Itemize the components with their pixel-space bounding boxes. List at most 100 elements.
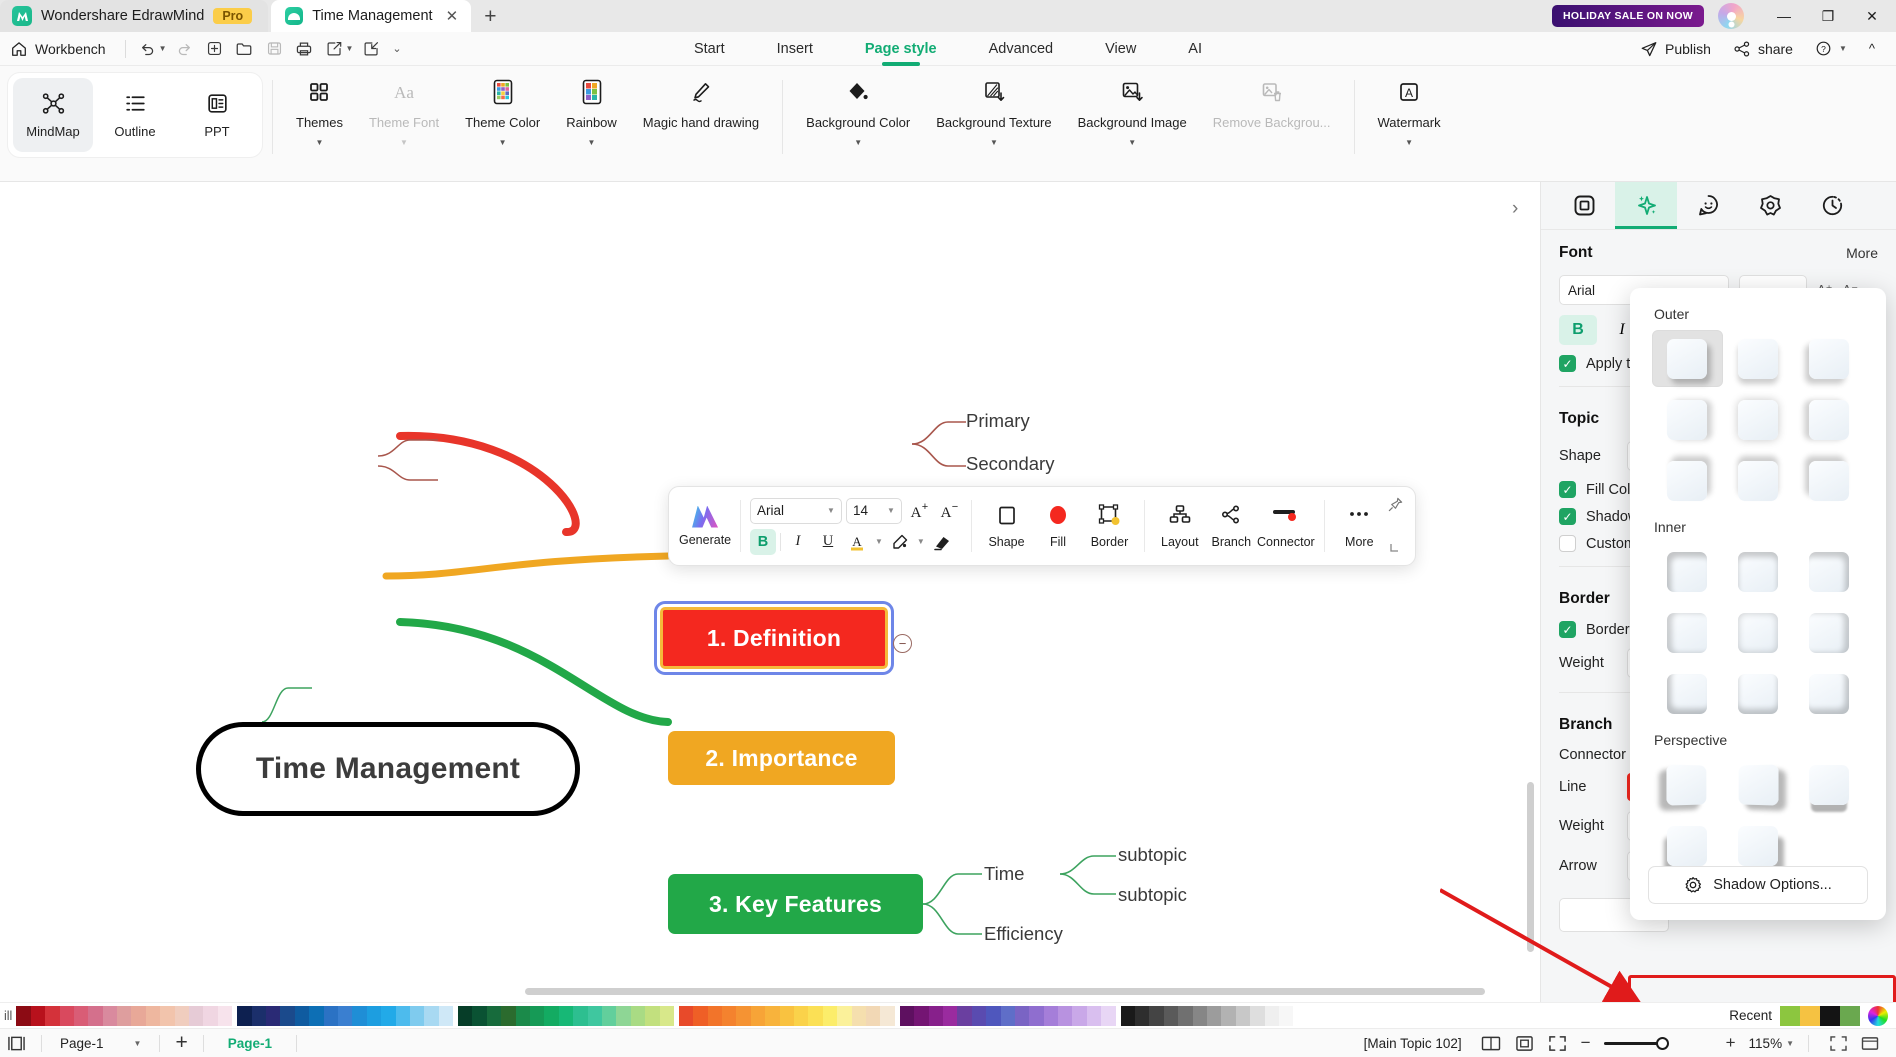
color-swatch[interactable] <box>971 1005 987 1026</box>
color-swatch[interactable] <box>102 1005 118 1026</box>
color-swatch[interactable] <box>750 1005 766 1026</box>
ribbon-item-magic-hand-drawing[interactable]: Magic hand drawing <box>630 78 772 130</box>
color-swatch[interactable] <box>544 1005 559 1026</box>
color-swatch[interactable] <box>880 1005 895 1026</box>
color-swatch[interactable] <box>659 1005 674 1026</box>
color-swatch[interactable] <box>851 1005 866 1026</box>
color-swatch[interactable] <box>1135 1005 1150 1026</box>
color-swatch[interactable] <box>88 1005 103 1026</box>
font-section-more-button[interactable]: More <box>1846 245 1878 261</box>
color-swatch[interactable] <box>942 1005 958 1026</box>
mindmap-leaf-primary[interactable]: Primary <box>966 410 1030 432</box>
color-swatch[interactable] <box>1120 1005 1136 1026</box>
color-swatch[interactable] <box>1000 1005 1015 1026</box>
color-swatch[interactable] <box>145 1005 161 1026</box>
color-swatch[interactable] <box>1101 1005 1116 1026</box>
recent-color-1[interactable] <box>1780 1005 1800 1026</box>
shadow-inner-option-2[interactable] <box>1723 543 1794 600</box>
color-swatch[interactable] <box>323 1005 338 1026</box>
zoom-out-button[interactable]: − <box>1574 1033 1598 1053</box>
holiday-sale-banner[interactable]: HOLIDAY SALE ON NOW <box>1552 5 1704 27</box>
color-swatch[interactable] <box>736 1005 751 1026</box>
ribbon-item-theme-font[interactable]: Aa Theme Font ▼ <box>356 78 452 147</box>
color-swatch[interactable] <box>501 1005 516 1026</box>
shadow-outer-option-5[interactable] <box>1723 391 1794 448</box>
color-swatch[interactable] <box>438 1005 454 1026</box>
highlight-button[interactable] <box>887 529 913 555</box>
mindmap-root-node[interactable]: Time Management <box>196 722 580 816</box>
color-swatch[interactable] <box>866 1005 881 1026</box>
color-swatch[interactable] <box>217 1005 233 1026</box>
clear-format-button[interactable] <box>929 529 955 555</box>
color-swatch[interactable] <box>558 1005 574 1026</box>
custom-checkbox[interactable]: ✓ <box>1559 535 1576 552</box>
shadow-perspective-option-2[interactable] <box>1723 756 1794 813</box>
shadow-outer-option-9[interactable] <box>1793 452 1864 509</box>
ribbon-item-theme-color[interactable]: Theme Color ▼ <box>452 78 553 147</box>
page-selector[interactable]: Page-1 ▼ <box>50 1036 151 1051</box>
color-swatch[interactable] <box>693 1005 708 1026</box>
shadow-checkbox[interactable]: ✓ <box>1559 508 1576 525</box>
color-swatch[interactable] <box>203 1005 218 1026</box>
ribbon-item-background-texture[interactable]: Background Texture ▼ <box>923 78 1064 147</box>
color-swatch[interactable] <box>1250 1005 1265 1026</box>
ribbon-item-remove-background[interactable]: Remove Backgrou... <box>1200 78 1344 130</box>
shape-button[interactable]: Shape <box>981 503 1032 549</box>
color-swatch[interactable] <box>1293 1005 1308 1026</box>
color-swatch[interactable] <box>1178 1005 1193 1026</box>
shadow-inner-option-4[interactable] <box>1652 604 1723 661</box>
color-swatch[interactable] <box>573 1005 588 1026</box>
color-swatch[interactable] <box>928 1005 943 1026</box>
color-swatch[interactable] <box>1029 1005 1044 1026</box>
color-swatch[interactable] <box>117 1005 132 1026</box>
font-color-button[interactable]: A <box>845 529 871 555</box>
color-swatch[interactable] <box>1278 1005 1294 1026</box>
color-swatch[interactable] <box>59 1005 74 1026</box>
font-size-select[interactable]: 14 ▼ <box>845 497 902 524</box>
chevron-down-icon[interactable]: ▼ <box>316 139 324 147</box>
mindmap-node-key-features[interactable]: 3. Key Features <box>668 874 923 934</box>
color-swatch[interactable] <box>265 1005 281 1026</box>
color-swatch[interactable] <box>395 1005 410 1026</box>
color-swatch[interactable] <box>601 1005 617 1026</box>
shadow-options-button[interactable]: Shadow Options... <box>1648 866 1868 904</box>
panel-tab-style[interactable] <box>1615 182 1677 229</box>
mindmap-node-importance[interactable]: 2. Importance <box>668 731 895 785</box>
shadow-inner-option-1[interactable] <box>1652 543 1723 600</box>
highlight-dropdown-icon[interactable]: ▼ <box>917 537 925 546</box>
color-swatch[interactable] <box>914 1005 929 1026</box>
increase-font-size-button[interactable]: A + <box>906 498 932 524</box>
color-wheel-icon[interactable] <box>1868 1005 1888 1026</box>
canvas-vertical-scrollbar[interactable] <box>1527 782 1534 952</box>
color-swatch[interactable] <box>630 1005 646 1026</box>
shadow-inner-option-5[interactable] <box>1723 604 1794 661</box>
avatar[interactable] <box>1718 3 1744 29</box>
color-swatch[interactable] <box>409 1005 425 1026</box>
color-swatch[interactable] <box>174 1005 190 1026</box>
tab-insert[interactable]: Insert <box>751 32 839 66</box>
color-swatch[interactable] <box>616 1005 631 1026</box>
shadow-inner-option-8[interactable] <box>1723 665 1794 722</box>
collapse-toggle-button[interactable]: − <box>893 634 912 653</box>
color-swatch[interactable] <box>1264 1005 1279 1026</box>
shadow-outer-option-7[interactable] <box>1652 452 1723 509</box>
panel-bold-button[interactable]: B <box>1559 315 1597 345</box>
apply-to-checkbox[interactable]: ✓ <box>1559 355 1576 372</box>
mindmap-leaf-subtopic-2[interactable]: subtopic <box>1118 884 1187 906</box>
ribbon-item-background-image[interactable]: Background Image ▼ <box>1065 78 1200 147</box>
connector-button[interactable]: Connector <box>1257 503 1315 549</box>
ribbon-item-themes[interactable]: Themes ▼ <box>283 78 356 147</box>
recent-color-4[interactable] <box>1840 1005 1860 1026</box>
close-window-button[interactable]: ✕ <box>1850 0 1894 32</box>
color-swatch[interactable] <box>16 1005 31 1026</box>
pin-icon[interactable] <box>1388 497 1403 515</box>
panel-collapse-button[interactable]: › <box>1512 198 1518 220</box>
color-swatch[interactable] <box>1072 1005 1087 1026</box>
color-swatch[interactable] <box>722 1005 737 1026</box>
mindmap-leaf-time[interactable]: Time <box>984 863 1024 885</box>
color-swatch[interactable] <box>957 1005 972 1026</box>
chevron-down-icon[interactable]: ▼ <box>499 139 507 147</box>
chevron-down-icon[interactable]: ▼ <box>990 139 998 147</box>
color-swatch[interactable] <box>160 1005 175 1026</box>
color-swatch[interactable] <box>1192 1005 1207 1026</box>
